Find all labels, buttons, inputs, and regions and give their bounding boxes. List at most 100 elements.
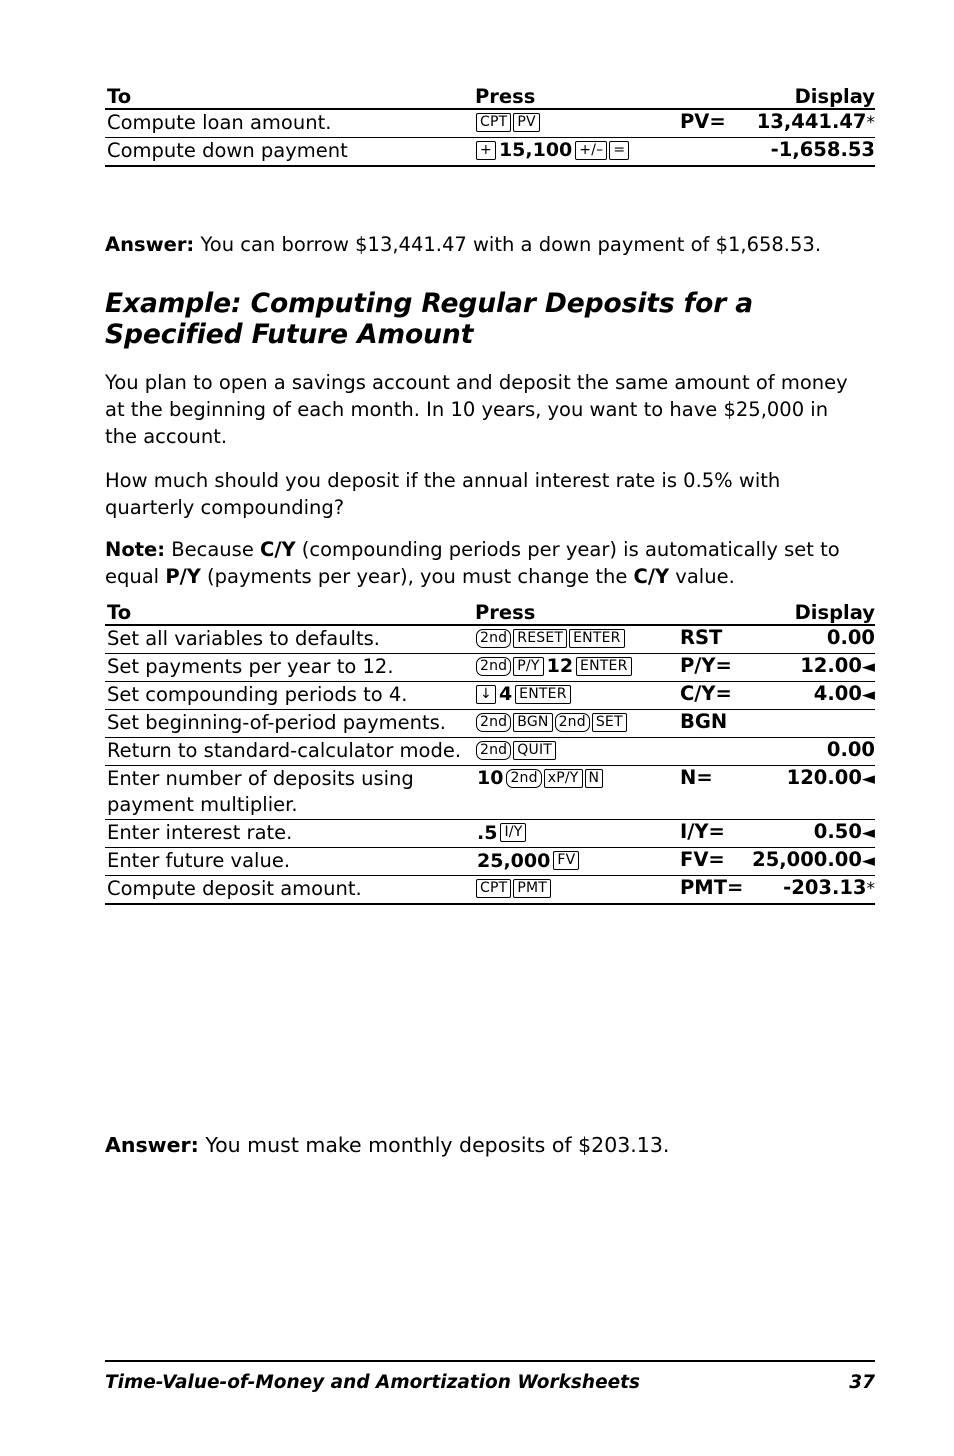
table-row: Compute deposit amount. CPT PMT PMT= -203… <box>105 875 875 906</box>
display-marker: * <box>866 113 876 133</box>
column-header-display: Display <box>680 601 875 626</box>
key-sequence: 10 2nd xP/Y N <box>475 766 604 790</box>
display-label: PV= <box>680 110 726 133</box>
answer-label: Answer: <box>105 1133 199 1157</box>
note-paragraph: Note: Because C/Y (compounding periods p… <box>105 537 865 591</box>
step-keys: 2nd BGN 2nd SET <box>475 709 680 738</box>
display-value: 4.00◄ <box>813 681 875 705</box>
note-cy-1: C/Y <box>260 538 296 561</box>
document-page: To Press Display Compute loan amount. CP… <box>105 0 875 1456</box>
key-2nd: 2nd <box>506 768 542 788</box>
step-display: P/Y= 12.00◄ <box>680 653 875 682</box>
answer-line-2: Answer: You must make monthly deposits o… <box>105 1132 875 1160</box>
paragraph-intro: You plan to open a savings account and d… <box>105 371 848 448</box>
footer-divider <box>105 1360 875 1362</box>
key-enter: ENTER <box>576 656 632 676</box>
display-label: FV= <box>680 848 725 872</box>
key-sequence: 2nd QUIT <box>475 738 557 761</box>
display-value: 25,000.00◄ <box>752 848 875 872</box>
note-cy-2: C/Y <box>633 564 670 588</box>
step-description: Enter interest rate. <box>105 819 475 849</box>
key-plus: + <box>476 140 496 160</box>
step-display: PMT= -203.13* <box>680 875 875 906</box>
key-sequence: 2nd BGN 2nd SET <box>475 710 628 733</box>
display-label: I/Y= <box>680 820 725 844</box>
note-part1: Because <box>165 538 261 561</box>
display-value: 13,441.47* <box>756 110 876 133</box>
display-marker: ◄ <box>861 768 875 789</box>
table-row: Enter interest rate. .5 I/Y I/Y= 0.50◄ <box>105 819 875 849</box>
table-header-row: To Press Display <box>105 85 875 110</box>
step-description: Set payments per year to 12. <box>105 653 475 682</box>
note-label: Note: <box>105 538 166 561</box>
display-value: 0.00 <box>826 626 875 649</box>
column-header-to: To <box>105 85 475 110</box>
table-header-row: To Press Display <box>105 601 875 626</box>
table-row: Enter future value. 25,000 FV FV= 25,000.… <box>105 847 875 877</box>
table-row: Set beginning-of-period payments. 2nd BGN… <box>105 709 875 738</box>
display-label: BGN <box>680 709 728 733</box>
display-label: P/Y= <box>680 653 732 677</box>
step-keys: 2nd P/Y 12 ENTER <box>475 653 680 682</box>
key-number: 12 <box>546 655 574 678</box>
display-marker: ◄ <box>861 684 875 705</box>
column-header-display: Display <box>680 85 875 110</box>
step-description: Set compounding periods to 4. <box>105 681 475 710</box>
step-description: Return to standard-calculator mode. <box>105 737 475 766</box>
step-description: Enter future value. <box>105 847 475 877</box>
step-keys: .5 I/Y <box>475 819 680 849</box>
key-n: N <box>584 768 604 788</box>
step-keys: CPT PV <box>475 109 680 138</box>
footer-title: Time-Value-of-Money and Amortization Wor… <box>105 1372 641 1393</box>
answer-line-1: Answer: You can borrow $13,441.47 with a… <box>105 232 875 258</box>
key-sequence: .5 I/Y <box>475 820 527 844</box>
key-iy: I/Y <box>500 823 527 843</box>
step-display: 0.00 <box>680 737 875 766</box>
step-keys: 25,000 FV <box>475 847 680 877</box>
key-quit: QUIT <box>513 740 557 760</box>
note-part4: value. <box>669 564 735 588</box>
key-number: 25,000 <box>477 849 551 872</box>
step-description: Enter number of deposits using payment m… <box>105 765 475 821</box>
key-2nd: 2nd <box>476 656 512 676</box>
step-keys: ↓ 4 ENTER <box>475 681 680 710</box>
step-display: -1,658.53 <box>680 137 875 167</box>
key-equals: = <box>609 140 630 160</box>
key-number: 10 <box>477 767 504 790</box>
step-description: Set all variables to defaults. <box>105 625 475 654</box>
key-xpy: xP/Y <box>543 768 583 788</box>
table-deposit-steps: To Press Display Set all variables to de… <box>105 601 875 906</box>
key-pmt: PMT <box>513 879 552 899</box>
key-sequence: CPT PV <box>475 110 541 133</box>
display-value: 0.00 <box>826 737 875 761</box>
key-2nd: 2nd <box>476 740 512 760</box>
key-sequence: 2nd RESET ENTER <box>475 626 626 649</box>
key-cpt: CPT <box>476 113 512 132</box>
answer-label: Answer: <box>105 233 195 256</box>
display-value: 12.00◄ <box>800 653 875 677</box>
table-row: Compute loan amount. CPT PV PV= 13,441.47… <box>105 109 876 138</box>
display-value: 0.50◄ <box>813 820 875 844</box>
key-reset: RESET <box>513 629 568 648</box>
table-row: Set payments per year to 12. 2nd P/Y 12 ENT… <box>105 653 875 682</box>
key-sequence: +15,100 +/– = <box>475 138 630 162</box>
step-display: C/Y= 4.00◄ <box>680 681 875 710</box>
column-header-to: To <box>105 601 475 626</box>
key-2nd: 2nd <box>476 629 512 648</box>
display-value: -1,658.53 <box>770 137 875 161</box>
key-sequence: CPT PMT <box>475 876 552 899</box>
page-title: Example: Computing Regular Deposits for … <box>105 288 754 351</box>
step-display: N= 120.00◄ <box>680 765 875 821</box>
key-number: 15,100 <box>498 139 573 162</box>
key-sequence: ↓ 4 ENTER <box>475 682 572 706</box>
key-enter: ENTER <box>569 629 625 648</box>
table-loan-steps: To Press Display Compute loan amount. CP… <box>105 85 875 167</box>
key-2nd: 2nd <box>554 712 590 732</box>
table-row: Return to standard-calculator mode. 2nd Q… <box>105 737 875 766</box>
key-number: 4 <box>498 683 513 706</box>
key-down-arrow-icon: ↓ <box>476 684 496 704</box>
table-row: Compute down payment +15,100 +/– = -1,658.… <box>105 137 875 167</box>
display-marker: ◄ <box>861 656 875 677</box>
key-set: SET <box>591 712 627 732</box>
key-sequence: 25,000 FV <box>475 848 580 872</box>
